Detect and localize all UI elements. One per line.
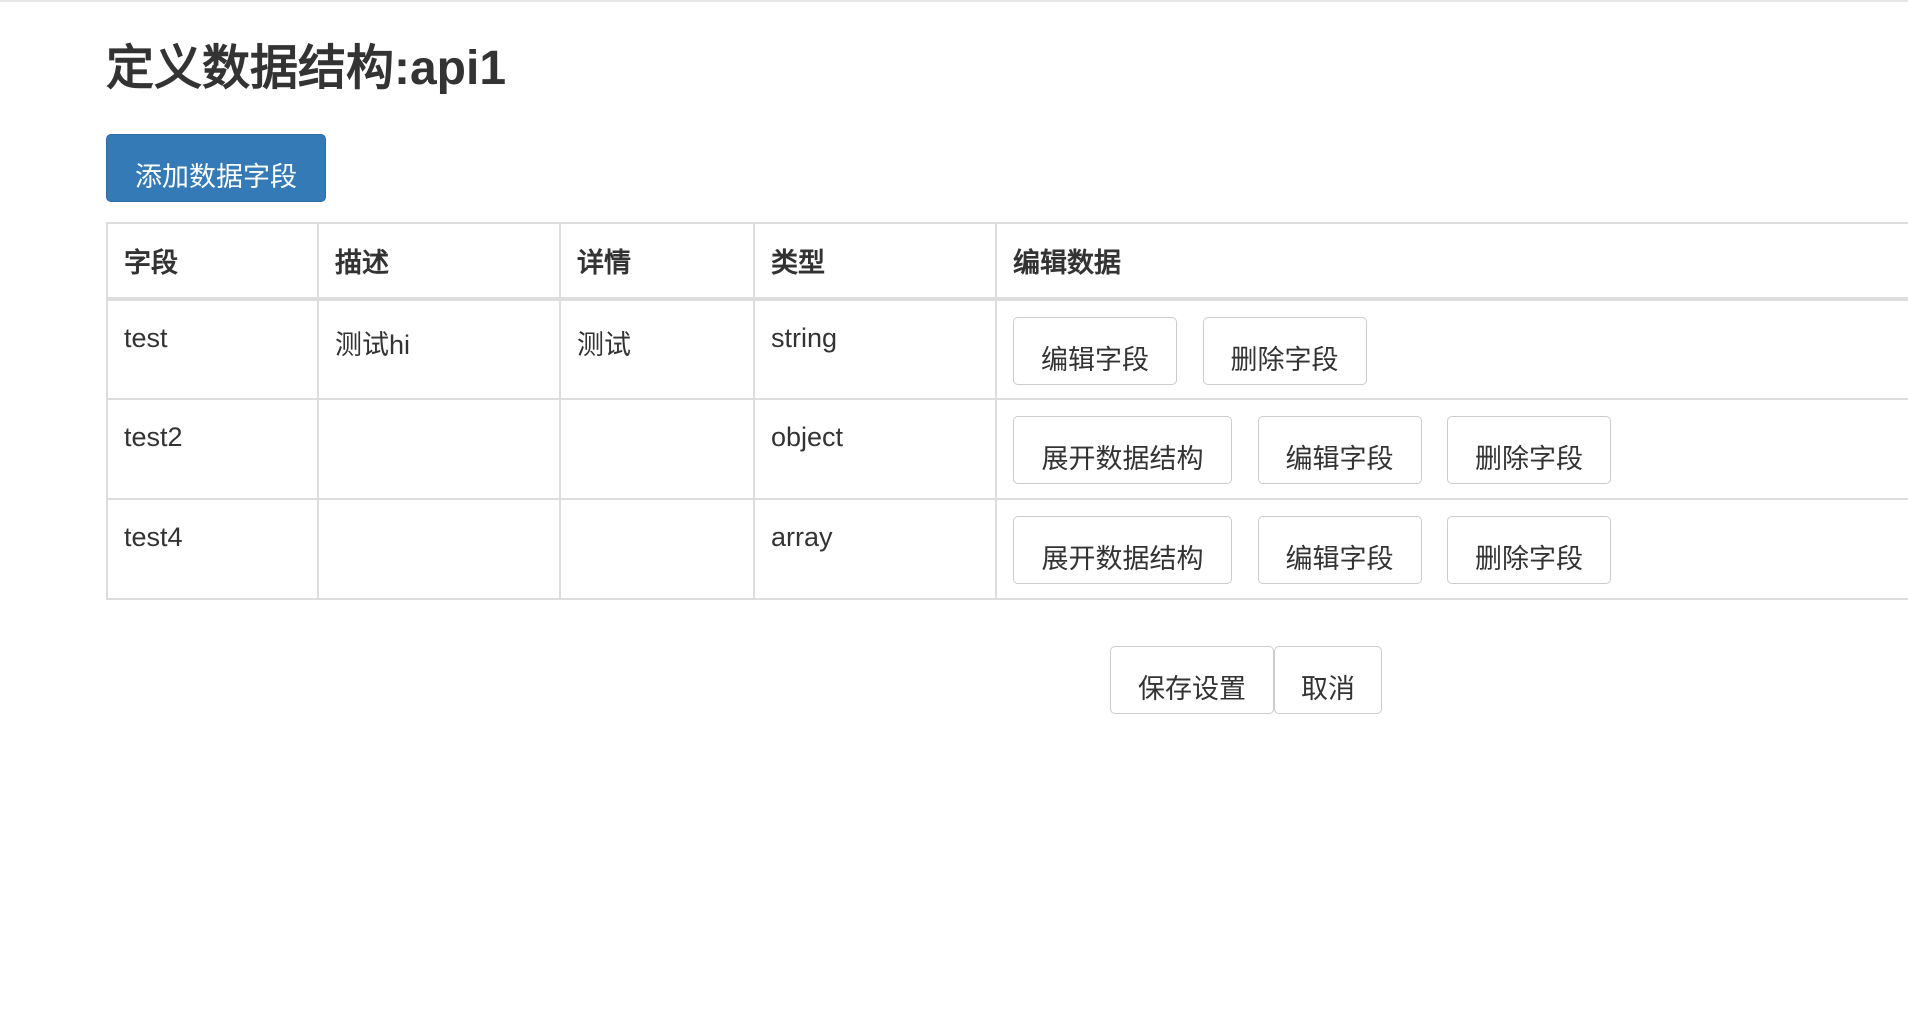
footer-buttons: 保存设置 取消 [1110,646,1382,714]
cell-field: test [106,298,319,400]
table-row: test 测试hi 测试 string 编辑字段 删除字段 [106,298,1908,400]
cell-description [317,398,561,500]
top-divider [0,0,1908,2]
table-row: test2 object 展开数据结构 编辑字段 删除字段 [106,398,1908,500]
delete-field-button[interactable]: 删除字段 [1447,516,1612,584]
cell-field: test4 [106,498,319,600]
edit-field-button[interactable]: 编辑字段 [1013,317,1177,385]
cell-type: string [753,298,997,400]
delete-field-button[interactable]: 删除字段 [1202,317,1367,385]
table-header-row: 字段 描述 详情 类型 编辑数据 [106,222,1908,301]
table-row: test4 array 展开数据结构 编辑字段 删除字段 [106,498,1908,600]
cell-field: test2 [106,398,319,500]
cell-detail [559,498,755,600]
add-field-button[interactable]: 添加数据字段 [106,134,326,202]
edit-field-button[interactable]: 编辑字段 [1257,516,1422,584]
header-edit-data: 编辑数据 [995,222,1908,301]
cancel-button[interactable]: 取消 [1274,646,1382,714]
cell-actions: 编辑字段 删除字段 [995,298,1908,400]
cell-detail [559,398,755,500]
fields-table: 字段 描述 详情 类型 编辑数据 test 测试hi 测试 string 编辑字… [106,222,1908,600]
cell-actions: 展开数据结构 编辑字段 删除字段 [995,398,1908,500]
delete-field-button[interactable]: 删除字段 [1447,416,1612,484]
save-settings-button[interactable]: 保存设置 [1110,646,1274,714]
expand-structure-button[interactable]: 展开数据结构 [1013,516,1232,584]
page-title: 定义数据结构:api1 [106,42,507,95]
header-description: 描述 [317,222,561,301]
expand-structure-button[interactable]: 展开数据结构 [1013,416,1232,484]
header-field: 字段 [106,222,319,301]
edit-field-button[interactable]: 编辑字段 [1257,416,1422,484]
cell-description [317,498,561,600]
cell-type: array [753,498,997,600]
cell-type: object [753,398,997,500]
cell-detail: 测试 [559,298,755,400]
cell-actions: 展开数据结构 编辑字段 删除字段 [995,498,1908,600]
header-detail: 详情 [559,222,755,301]
header-type: 类型 [753,222,997,301]
cell-description: 测试hi [317,298,561,400]
